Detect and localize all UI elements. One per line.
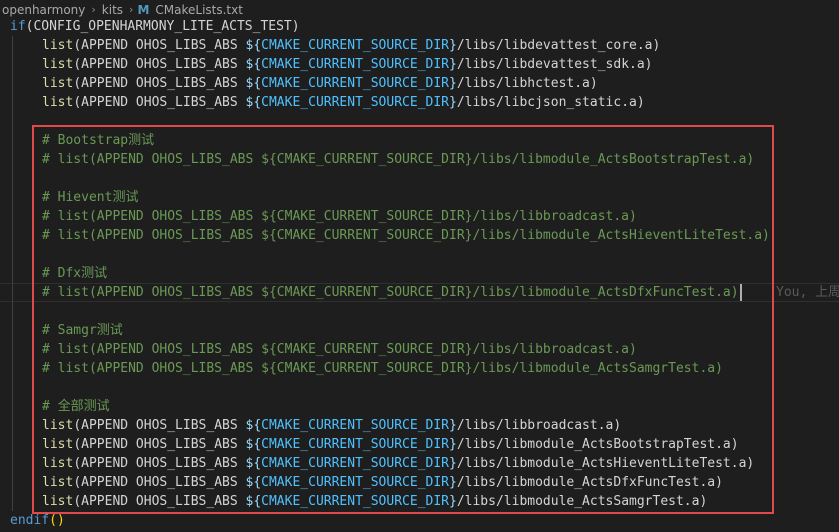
function-name: list bbox=[42, 76, 74, 91]
code-line-content: if(CONFIG_OPENHARMONY_LITE_ACTS_TEST) bbox=[10, 17, 300, 36]
function-args: (APPEND OHOS_LIBS_ABS bbox=[73, 38, 246, 53]
path-tail: /libs/libdevattest_core.a) bbox=[456, 38, 661, 53]
if-condition: (CONFIG_OPENHARMONY_LITE_ACTS_TEST) bbox=[25, 19, 300, 34]
function-name: list bbox=[42, 57, 74, 72]
indent-guide bbox=[12, 36, 13, 511]
keyword-endif: endif bbox=[10, 513, 50, 528]
code-line[interactable]: if(CONFIG_OPENHARMONY_LITE_ACTS_TEST) bbox=[0, 17, 839, 36]
function-name: list bbox=[42, 38, 74, 53]
breadcrumb-item-openharmony[interactable]: openharmony bbox=[0, 3, 87, 17]
variable-open: ${ bbox=[245, 76, 262, 91]
variable-name: CMAKE_CURRENT_SOURCE_DIR bbox=[261, 95, 449, 110]
function-args: (APPEND OHOS_LIBS_ABS bbox=[73, 95, 246, 110]
variable-name: CMAKE_CURRENT_SOURCE_DIR bbox=[261, 57, 449, 72]
keyword-if: if bbox=[10, 19, 26, 34]
variable-close: } bbox=[449, 95, 457, 110]
code-line[interactable]: list(APPEND OHOS_LIBS_ABS ${CMAKE_CURREN… bbox=[0, 55, 839, 74]
code-line-content: list(APPEND OHOS_LIBS_ABS ${CMAKE_CURREN… bbox=[42, 93, 645, 112]
variable-open: ${ bbox=[245, 38, 262, 53]
variable-open: ${ bbox=[245, 57, 262, 72]
code-line-content: list(APPEND OHOS_LIBS_ABS ${CMAKE_CURREN… bbox=[42, 36, 660, 55]
code-line[interactable]: list(APPEND OHOS_LIBS_ABS ${CMAKE_CURREN… bbox=[0, 36, 839, 55]
path-tail: /libs/libhctest.a) bbox=[456, 76, 598, 91]
path-tail: /libs/libcjson_static.a) bbox=[456, 95, 645, 110]
code-line-content: list(APPEND OHOS_LIBS_ABS ${CMAKE_CURREN… bbox=[42, 55, 653, 74]
variable-name: CMAKE_CURRENT_SOURCE_DIR bbox=[261, 38, 449, 53]
code-line[interactable]: list(APPEND OHOS_LIBS_ABS ${CMAKE_CURREN… bbox=[0, 74, 839, 93]
endif-paren: () bbox=[49, 513, 65, 528]
variable-close: } bbox=[449, 76, 457, 91]
highlight-annotation-box bbox=[32, 125, 774, 514]
code-line-content: list(APPEND OHOS_LIBS_ABS ${CMAKE_CURREN… bbox=[42, 74, 598, 93]
chevron-right-icon: › bbox=[91, 3, 96, 16]
function-args: (APPEND OHOS_LIBS_ABS bbox=[73, 76, 246, 91]
path-tail: /libs/libdevattest_sdk.a) bbox=[456, 57, 653, 72]
variable-open: ${ bbox=[245, 95, 262, 110]
function-args: (APPEND OHOS_LIBS_ABS bbox=[73, 57, 246, 72]
code-line[interactable]: list(APPEND OHOS_LIBS_ABS ${CMAKE_CURREN… bbox=[0, 93, 839, 112]
variable-close: } bbox=[449, 38, 457, 53]
variable-close: } bbox=[449, 57, 457, 72]
cmake-file-icon: M bbox=[137, 2, 150, 17]
breadcrumb-item-kits[interactable]: kits bbox=[100, 3, 125, 17]
function-name: list bbox=[42, 95, 74, 110]
breadcrumb-item-file[interactable]: CMakeLists.txt bbox=[153, 3, 245, 17]
git-blame-annotation: You, 上周 bbox=[776, 285, 839, 300]
variable-name: CMAKE_CURRENT_SOURCE_DIR bbox=[261, 76, 449, 91]
chevron-right-icon: › bbox=[129, 3, 134, 16]
